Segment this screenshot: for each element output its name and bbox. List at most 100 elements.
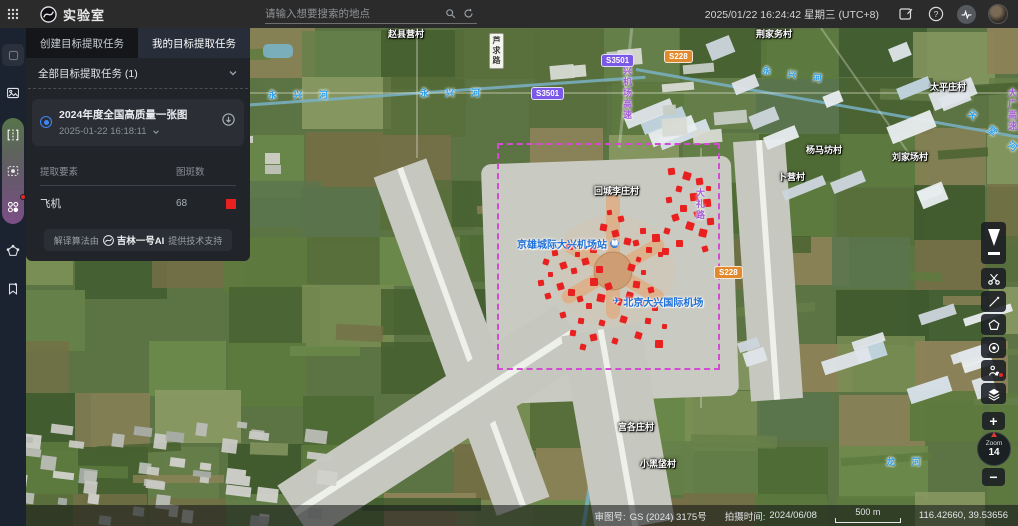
app-window: 赵县营村回城李庄村荆家务村太平庄村杨马坊村刘家场村卜营村宫各庄村小黑垡村永 兴 … — [0, 0, 1018, 526]
swipe-tool-button[interactable] — [981, 222, 1006, 264]
capture-date: 拍摄时间:2024/06/08 — [725, 509, 817, 523]
layers-button[interactable] — [981, 383, 1006, 404]
building-block — [306, 452, 331, 462]
building-block — [830, 170, 866, 194]
element-name: 飞机 — [40, 196, 176, 211]
building-block — [916, 181, 948, 209]
ai-tools-capsule — [2, 118, 24, 224]
avatar[interactable] — [988, 4, 1008, 24]
building-block — [663, 104, 677, 115]
building-block — [41, 455, 57, 471]
chevron-down-icon — [152, 128, 160, 136]
table-row: 飞机 68 — [40, 186, 236, 217]
locate-tool-button[interactable] — [981, 337, 1006, 358]
building-block — [573, 64, 587, 77]
activity-icon[interactable] — [957, 5, 976, 24]
building-block — [195, 422, 208, 437]
search-input[interactable] — [265, 8, 441, 20]
reset-search-icon[interactable] — [459, 5, 477, 23]
building-block — [821, 347, 872, 376]
building-block — [907, 376, 952, 404]
datetime: 2025/01/22 16:24:42 星期三 (UTC+8) — [705, 7, 879, 22]
building-block — [169, 457, 185, 468]
ai-apps-icon[interactable] — [2, 196, 24, 218]
task-info: 2024年度全国高质量一张图 2025-01-22 16:18:11 — [59, 107, 214, 137]
swipe-icon — [984, 226, 1004, 260]
apps-grid-icon[interactable] — [0, 0, 26, 28]
workspace-icon[interactable] — [2, 44, 24, 66]
building-block — [134, 426, 153, 437]
map-license: 审图号:GS (2024) 3175号 — [594, 509, 706, 523]
search-icon[interactable] — [441, 5, 459, 23]
notification-dot — [20, 194, 26, 200]
draw-line-icon — [987, 295, 1001, 309]
building-block — [682, 62, 713, 74]
building-block — [618, 48, 644, 66]
icon-rail — [0, 28, 26, 526]
tab-create-task[interactable]: 创建目标提取任务 — [26, 28, 138, 58]
select-area-icon[interactable] — [2, 160, 24, 182]
notification-dot — [998, 372, 1004, 378]
draw-polygon-icon — [987, 318, 1001, 332]
tab-my-tasks[interactable]: 我的目标提取任务 — [138, 28, 250, 58]
building-block — [226, 485, 252, 498]
compass-zoom-dial[interactable]: Zoom 14 — [977, 432, 1011, 466]
table-header: 提取要素 图斑数 — [40, 158, 236, 185]
polygon-icon[interactable] — [2, 240, 24, 262]
building-block — [763, 125, 799, 149]
status-bar: 审图号:GS (2024) 3175号 拍摄时间:2024/06/08 500 … — [0, 505, 1018, 526]
zoom-in-button[interactable]: + — [982, 412, 1005, 430]
draw-polygon-button[interactable] — [981, 314, 1006, 335]
task-radio[interactable] — [40, 116, 52, 128]
building-block — [304, 429, 328, 445]
brand: 实验室 — [40, 5, 105, 24]
building-block — [265, 165, 281, 174]
task-filter-dropdown[interactable]: 全部目标提取任务 (1) — [26, 58, 250, 88]
gallery-icon[interactable] — [2, 82, 24, 104]
divider — [28, 88, 248, 89]
building-block — [896, 76, 932, 100]
clip-tool-button[interactable] — [981, 268, 1006, 289]
building-block — [146, 466, 159, 476]
north-indicator — [991, 432, 997, 437]
zoom-word: Zoom — [986, 440, 1003, 447]
building-block — [549, 64, 574, 80]
brand-logo — [40, 6, 57, 23]
building-block — [146, 480, 166, 490]
search-box — [265, 4, 477, 24]
building-block — [53, 471, 75, 480]
building-block — [692, 129, 722, 145]
compare-icon[interactable] — [2, 124, 24, 146]
jilin-logo — [103, 235, 114, 246]
element-count: 68 — [176, 198, 222, 209]
draw-line-button[interactable] — [981, 291, 1006, 312]
clip-icon — [987, 272, 1001, 286]
jilin-brand: 吉林一号AI — [103, 233, 165, 247]
top-bar: 实验室 2025/01/22 16:24:42 星期三 (UTC+8) ? — [0, 0, 1018, 28]
note-icon[interactable] — [897, 5, 915, 23]
zoom-to-task-icon[interactable] — [221, 112, 236, 132]
task-title: 2024年度全国高质量一张图 — [59, 107, 214, 122]
results-table: 提取要素 图斑数 飞机 68 — [26, 154, 250, 217]
building-block — [51, 424, 74, 436]
building-block — [69, 440, 85, 448]
class-color-swatch — [226, 199, 236, 209]
zoom-level: 14 — [988, 447, 999, 458]
building-block — [886, 110, 936, 144]
svg-text:?: ? — [934, 9, 939, 19]
building-block — [316, 470, 338, 486]
building-block — [918, 304, 956, 326]
help-icon[interactable]: ? — [927, 5, 945, 23]
surveyor-tool-button[interactable] — [981, 360, 1006, 381]
zoom-out-button[interactable]: − — [982, 468, 1005, 486]
panel-tabs: 创建目标提取任务 我的目标提取任务 — [26, 28, 250, 58]
task-card[interactable]: 2024年度全国高质量一张图 2025-01-22 16:18:11 — [32, 99, 244, 146]
building-block — [662, 81, 695, 92]
building-block — [221, 438, 238, 453]
building-block — [888, 42, 912, 63]
cursor-coordinates: 116.42660, 39.53656 — [919, 510, 1008, 521]
bookmark-add-icon[interactable] — [2, 278, 24, 300]
building-block — [200, 462, 211, 470]
task-timestamp[interactable]: 2025-01-22 16:18:11 — [59, 126, 214, 137]
layers-icon — [987, 387, 1001, 401]
